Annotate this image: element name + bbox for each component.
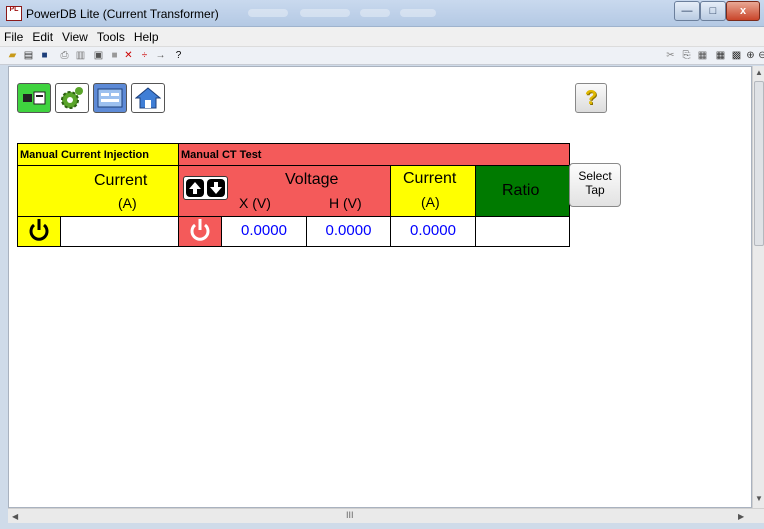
settings-button[interactable] <box>55 83 89 113</box>
injection-power-button[interactable] <box>17 216 61 247</box>
ratio-value <box>475 216 570 247</box>
app-logo-icon: PL <box>6 6 22 21</box>
delete-icon[interactable]: ✕ <box>122 49 135 62</box>
menu-edit[interactable]: Edit <box>32 30 53 44</box>
manual-ct-test-header: Manual CT Test <box>178 143 570 166</box>
menu-file[interactable]: File <box>4 30 23 44</box>
select-tap-line1: Select <box>578 169 612 183</box>
scroll-up-arrow-icon[interactable]: ▲ <box>755 68 763 77</box>
power-icon <box>190 219 210 241</box>
document-area: ? Manual Current Injection Manual CT Tes… <box>8 66 752 508</box>
ct-current-unit: (A) <box>421 194 440 210</box>
home-icon <box>135 87 161 109</box>
title-bar: PL PowerDB Lite (Current Transformer) — … <box>0 0 764 27</box>
copy-icon[interactable]: ⎘ <box>680 49 693 62</box>
horizontal-scroll-grip[interactable]: III <box>346 510 354 520</box>
test-set-icon <box>23 91 46 105</box>
minimize-button[interactable]: — <box>674 1 700 21</box>
select-tap-line2: Tap <box>585 183 605 197</box>
injection-current-label: Current <box>94 172 148 189</box>
maximize-button[interactable]: □ <box>700 1 726 21</box>
cut-icon[interactable]: ✂ <box>664 49 677 62</box>
vertical-scroll-thumb[interactable] <box>754 81 764 246</box>
x-voltage-value: 0.0000 <box>221 216 307 247</box>
vertical-scrollbar[interactable]: ▲ ▼ <box>752 66 764 508</box>
injection-current-label-cell: Current (A) <box>17 165 179 217</box>
close-button[interactable]: x <box>726 1 760 21</box>
tap-up-down-toggle[interactable] <box>183 176 228 200</box>
h-voltage-value: 0.0000 <box>306 216 391 247</box>
injection-current-unit: (A) <box>118 195 137 211</box>
ct-test-power-button[interactable] <box>178 216 222 247</box>
form-icon <box>97 88 123 108</box>
calculator-icon[interactable]: ▦ <box>714 49 727 62</box>
forward-arrow-icon[interactable]: → <box>154 49 167 62</box>
horizontal-scrollbar[interactable]: ◀ III ▶ <box>8 508 764 523</box>
x-voltage-label: X (V) <box>239 195 271 211</box>
select-tap-button[interactable]: Select Tap <box>569 163 621 207</box>
scroll-left-arrow-icon[interactable]: ◀ <box>12 512 18 521</box>
menu-help[interactable]: Help <box>134 30 159 44</box>
ratio-label: Ratio <box>502 182 540 199</box>
scroll-right-arrow-icon[interactable]: ▶ <box>738 512 744 521</box>
power-icon <box>29 219 49 241</box>
ct-current-label: Current <box>403 170 457 187</box>
window-title: PowerDB Lite (Current Transformer) <box>26 7 219 21</box>
toolbar: ▰ ▤ ■ ⎙ ▥ ▣ ■ ✕ ÷ → ? ✂ ⎘ ▦ ▦ ▩ ⊕ ⊖ <box>0 47 764 65</box>
print-icon[interactable]: ⎙ <box>58 49 71 62</box>
injection-current-input[interactable] <box>60 216 179 247</box>
zoom-out-icon[interactable]: ⊖ <box>756 49 764 62</box>
voltage-label: Voltage <box>285 171 339 188</box>
grid-icon[interactable]: ▩ <box>730 49 743 62</box>
home-button[interactable] <box>131 83 165 113</box>
help-cursor-icon[interactable]: ? <box>172 49 185 62</box>
gear-icon <box>61 87 83 109</box>
manual-injection-header: Manual Current Injection <box>17 143 179 166</box>
paste-icon[interactable]: ▦ <box>696 49 709 62</box>
voltage-label-cell: Voltage X (V) H (V) <box>178 165 391 217</box>
h-voltage-label: H (V) <box>329 195 362 211</box>
menu-bar: File Edit View Tools Help <box>0 27 764 47</box>
ratio-label-cell: Ratio <box>475 165 570 217</box>
menu-tools[interactable]: Tools <box>97 30 125 44</box>
open-folder-icon[interactable]: ▰ <box>6 49 19 62</box>
ct-current-value: 0.0000 <box>390 216 476 247</box>
scroll-down-arrow-icon[interactable]: ▼ <box>755 494 763 503</box>
block-icon[interactable]: ■ <box>108 49 121 62</box>
save-icon[interactable]: ■ <box>38 49 51 62</box>
form-icon[interactable]: ▣ <box>92 49 105 62</box>
help-button[interactable]: ? <box>575 83 607 113</box>
new-document-icon[interactable]: ▤ <box>22 49 35 62</box>
menu-view[interactable]: View <box>62 30 88 44</box>
print-preview-icon[interactable]: ▥ <box>74 49 87 62</box>
up-down-arrows-icon <box>186 179 225 197</box>
form-view-button[interactable] <box>93 83 127 113</box>
ct-current-label-cell: Current (A) <box>390 165 476 217</box>
test-equipment-button[interactable] <box>17 83 51 113</box>
insert-row-icon[interactable]: ÷ <box>138 49 151 62</box>
